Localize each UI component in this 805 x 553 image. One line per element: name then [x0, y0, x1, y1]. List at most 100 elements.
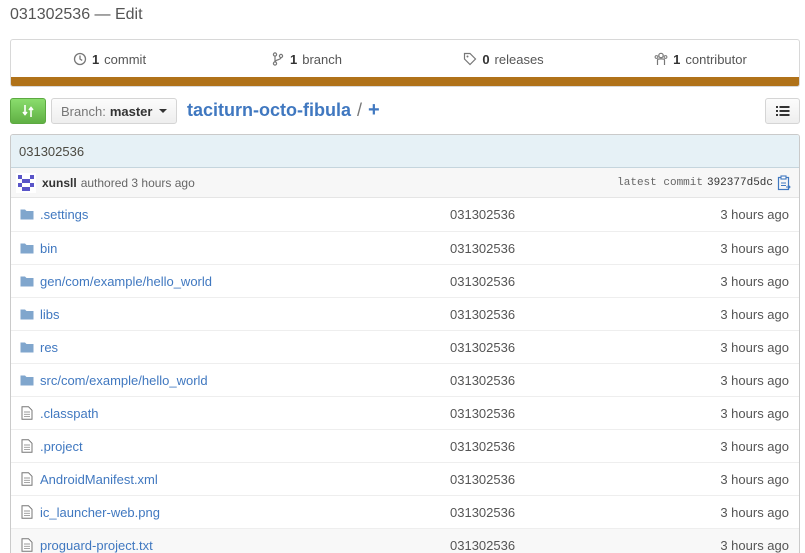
- file-commit-message[interactable]: 031302536: [450, 538, 515, 553]
- file-age: 3 hours ago: [720, 472, 789, 487]
- file-age: 3 hours ago: [720, 373, 789, 388]
- file-name-link[interactable]: bin: [40, 241, 57, 256]
- latest-commit: latest commit 392377d5dc: [617, 175, 791, 191]
- releases-link[interactable]: 0 releases: [405, 52, 602, 67]
- file-name: .project: [40, 439, 83, 454]
- commit-count: 1: [91, 51, 100, 67]
- file-age: 3 hours ago: [720, 505, 789, 520]
- file-commit-message[interactable]: 031302536: [450, 439, 515, 454]
- table-row: res 031302536 3 hours ago: [11, 330, 799, 363]
- commit-authored-text: authored 3 hours ago: [80, 175, 195, 190]
- view-list-button[interactable]: [765, 98, 800, 124]
- table-row: .project 031302536 3 hours ago: [11, 429, 799, 462]
- branch-count: 1: [290, 51, 298, 67]
- file-wrap: 031302536 xunsll authored 3 hours ago la…: [10, 134, 800, 553]
- file-commit-message[interactable]: 031302536: [450, 373, 515, 388]
- breadcrumb-separator: /: [357, 100, 363, 120]
- file-name: res: [40, 340, 59, 355]
- table-row: src/com/example/hello_world 031302536 3 ho…: [11, 363, 799, 396]
- file-commit-message[interactable]: 031302536: [450, 241, 515, 256]
- table-row: libs 031302536 3 hours ago: [11, 297, 799, 330]
- file-name: libs: [40, 307, 60, 322]
- breadcrumb: taciturn-octo-fibula / +: [187, 99, 380, 122]
- commit-title[interactable]: 031302536: [11, 135, 799, 168]
- file-list: .settings 031302536 3 hours ago bin 03130253…: [11, 198, 799, 553]
- contributor-count: 1: [673, 51, 681, 67]
- file-icon: [21, 505, 33, 519]
- table-row: .classpath 031302536 3 hours ago: [11, 396, 799, 429]
- file-name-link[interactable]: .settings: [40, 207, 88, 222]
- page-title: 031302536 — Edit: [10, 6, 143, 23]
- contributor-label: contributor: [685, 51, 747, 67]
- file-name-link[interactable]: gen/com/example/hello_world: [40, 274, 212, 289]
- branches-link[interactable]: 1 branch: [208, 52, 405, 67]
- file-name-link[interactable]: ic_launcher-web.png: [40, 505, 160, 520]
- file-age: 3 hours ago: [720, 207, 789, 222]
- table-row: gen/com/example/hello_world 031302536 3 ho…: [11, 264, 799, 297]
- file-icon: [21, 472, 33, 486]
- file-name-link[interactable]: .project: [40, 439, 83, 454]
- clipboard-icon[interactable]: [777, 175, 791, 191]
- file-name-link[interactable]: .classpath: [40, 406, 99, 421]
- file-name: hello_world: [146, 274, 212, 289]
- repo-summary: 1 commit 1 branch 0 releases 1 contribut…: [10, 39, 800, 87]
- commit-author[interactable]: xunsll: [42, 176, 77, 190]
- compare-icon: [22, 105, 34, 117]
- file-icon: [21, 538, 33, 552]
- file-age: 3 hours ago: [720, 307, 789, 322]
- release-label: releases: [494, 51, 544, 67]
- language-bar[interactable]: [11, 77, 799, 86]
- file-name-link[interactable]: src/com/example/hello_world: [40, 373, 208, 388]
- table-row: .settings 031302536 3 hours ago: [11, 198, 799, 231]
- file-name-link[interactable]: res: [40, 340, 58, 355]
- chevron-down-icon: [159, 109, 168, 113]
- folder-icon: [20, 243, 34, 254]
- file-name: bin: [40, 241, 58, 256]
- file-name: hello_world: [141, 373, 208, 388]
- file-name: .classpath: [40, 406, 99, 421]
- history-icon: [73, 52, 87, 66]
- folder-icon: [20, 375, 34, 386]
- file-age: 3 hours ago: [720, 439, 789, 454]
- compare-button[interactable]: [10, 98, 46, 124]
- folder-icon: [20, 276, 34, 287]
- contributors-icon: [654, 52, 668, 65]
- file-name-link[interactable]: libs: [40, 307, 60, 322]
- file-name-link[interactable]: AndroidManifest.xml: [40, 472, 158, 487]
- branch-select-label: Branch:: [61, 103, 106, 119]
- file-age: 3 hours ago: [720, 241, 789, 256]
- file-commit-message[interactable]: 031302536: [450, 307, 515, 322]
- branch-name: master: [109, 103, 153, 119]
- avatar[interactable]: [16, 172, 36, 193]
- file-age: 3 hours ago: [720, 340, 789, 355]
- folder-icon: [20, 209, 34, 220]
- commit-label: commit: [104, 51, 147, 67]
- branch-select-button[interactable]: Branch: master: [51, 98, 178, 124]
- table-row: bin 031302536 3 hours ago: [11, 231, 799, 264]
- table-row: AndroidManifest.xml 031302536 3 hours ago: [11, 462, 799, 495]
- branch-label: branch: [302, 51, 342, 67]
- latest-commit-label: latest commit: [617, 177, 703, 189]
- file-navigation: Branch: master taciturn-octo-fibula / +: [10, 98, 800, 125]
- commits-link[interactable]: 1 commit: [11, 52, 208, 67]
- file-age: 3 hours ago: [720, 274, 789, 289]
- file-path-prefix: src/com/example/: [40, 373, 142, 388]
- file-commit-message[interactable]: 031302536: [450, 406, 515, 421]
- contributors-link[interactable]: 1 contributor: [602, 52, 799, 67]
- file-commit-message[interactable]: 031302536: [450, 274, 515, 289]
- file-age: 3 hours ago: [720, 406, 789, 421]
- commit-meta: xunsll authored 3 hours ago latest commi…: [11, 168, 799, 198]
- file-icon: [21, 406, 33, 420]
- table-row: proguard-project.txt 031302536 3 hours ago: [11, 528, 799, 553]
- file-commit-message[interactable]: 031302536: [450, 340, 515, 355]
- file-icon: [21, 439, 33, 453]
- list-icon: [775, 106, 789, 116]
- file-commit-message[interactable]: 031302536: [450, 472, 515, 487]
- file-commit-message[interactable]: 031302536: [450, 505, 515, 520]
- file-commit-message[interactable]: 031302536: [450, 207, 515, 222]
- file-name-link[interactable]: proguard-project.txt: [40, 538, 153, 553]
- repo-name-link[interactable]: taciturn-octo-fibula: [187, 100, 351, 121]
- new-file-button[interactable]: +: [368, 99, 380, 122]
- branch-icon: [272, 52, 284, 66]
- commit-sha-link[interactable]: 392377d5dc: [707, 177, 773, 189]
